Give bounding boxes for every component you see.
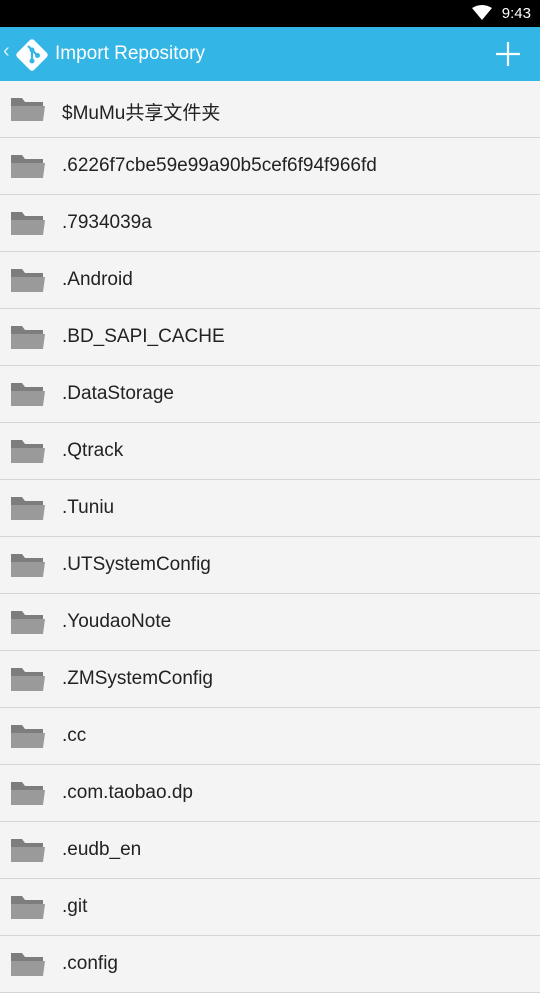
list-item[interactable]: .git [0,879,540,936]
list-item[interactable]: .com.taobao.dp [0,765,540,822]
folder-icon [10,266,46,299]
list-item[interactable]: .DataStorage [0,366,540,423]
folder-icon [10,836,46,869]
list-item[interactable]: .cc [0,708,540,765]
status-bar: 9:43 [0,0,540,27]
page-title: Import Repository [55,43,205,64]
folder-list: $MuMu共享文件夹 .6226f7cbe59e99a90b5cef6f94f96… [0,81,540,993]
folder-icon [10,152,46,185]
list-item[interactable]: .6226f7cbe59e99a90b5cef6f94f966fd [0,138,540,195]
wifi-icon [472,5,492,26]
folder-name: .6226f7cbe59e99a90b5cef6f94f966fd [62,155,377,176]
folder-name: .cc [62,725,87,746]
list-item[interactable]: $MuMu共享文件夹 [0,81,540,138]
folder-name: .DataStorage [62,383,174,404]
folder-icon [10,608,46,641]
list-item[interactable]: .ZMSystemConfig [0,651,540,708]
folder-icon [10,95,46,128]
list-item[interactable]: .config [0,936,540,993]
folder-name: .ZMSystemConfig [62,668,213,689]
list-item[interactable]: .UTSystemConfig [0,537,540,594]
folder-icon [10,209,46,242]
folder-name: .Android [62,269,133,290]
folder-icon [10,950,46,983]
folder-icon [10,380,46,413]
folder-icon [10,551,46,584]
folder-name: .Qtrack [62,440,124,461]
chevron-left-icon[interactable]: ‹ [3,40,10,63]
folder-icon [10,722,46,755]
plus-icon[interactable] [494,40,522,73]
list-item[interactable]: .Android [0,252,540,309]
folder-name: $MuMu共享文件夹 [62,103,221,124]
status-time: 9:43 [501,5,531,22]
list-item[interactable]: .7934039a [0,195,540,252]
git-logo-icon[interactable] [13,36,51,79]
folder-icon [10,893,46,926]
folder-name: .com.taobao.dp [62,782,193,803]
folder-icon [10,665,46,698]
folder-name: .Tuniu [62,497,115,518]
list-item[interactable]: .BD_SAPI_CACHE [0,309,540,366]
list-item[interactable]: .eudb_en [0,822,540,879]
folder-name: .7934039a [62,212,152,233]
list-item[interactable]: .Qtrack [0,423,540,480]
folder-name: .YoudaoNote [62,611,172,632]
list-item[interactable]: .Tuniu [0,480,540,537]
app-bar: ‹ Import Repository [0,27,540,81]
folder-icon [10,494,46,527]
list-item[interactable]: .YoudaoNote [0,594,540,651]
folder-name: .git [62,896,88,917]
folder-icon [10,323,46,356]
folder-name: .eudb_en [62,839,142,860]
folder-icon [10,779,46,812]
folder-name: .BD_SAPI_CACHE [62,326,225,347]
folder-name: .UTSystemConfig [62,554,211,575]
folder-name: .config [62,953,118,974]
folder-icon [10,437,46,470]
